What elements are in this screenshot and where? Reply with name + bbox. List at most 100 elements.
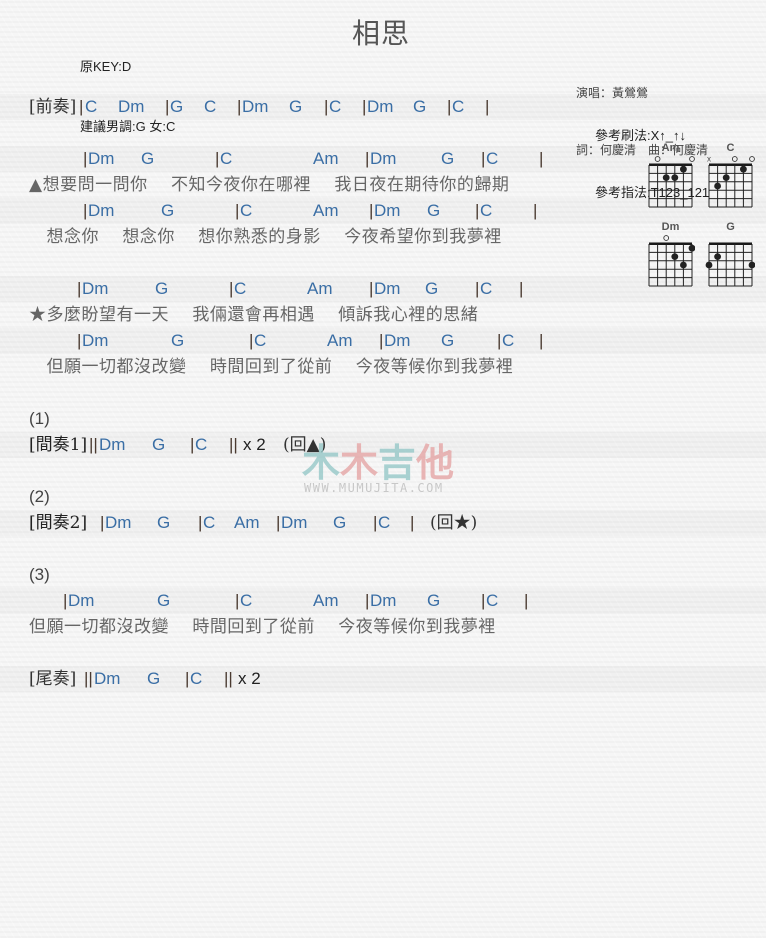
bar-line: | — [379, 331, 384, 350]
bar-line: | — [83, 201, 88, 220]
bar-line: | — [77, 331, 82, 350]
chord[interactable]: Am — [313, 147, 339, 171]
chord[interactable]: C — [378, 511, 390, 535]
open-string-marker — [749, 156, 755, 162]
chord[interactable]: C — [240, 589, 252, 613]
chord[interactable]: C — [85, 95, 97, 119]
outro-label: [尾奏] — [29, 669, 77, 689]
chord[interactable]: Dm — [118, 95, 144, 119]
chord[interactable]: C — [502, 329, 514, 353]
key-info: 原KEY:D 建議男調:G 女:C — [80, 17, 175, 157]
finger-dot — [722, 174, 730, 181]
bar-line: | — [481, 591, 486, 610]
chord-diagram-name: Dm — [662, 221, 680, 233]
chord[interactable]: G — [152, 433, 165, 457]
chord[interactable]: C — [254, 329, 266, 353]
bar-line: || — [89, 435, 98, 454]
chord[interactable]: Dm — [99, 433, 125, 457]
bar-line: | — [447, 97, 452, 116]
chord[interactable]: G — [171, 329, 184, 353]
chord[interactable]: Dm — [82, 329, 108, 353]
chord[interactable]: C — [220, 147, 232, 171]
chord[interactable]: G — [427, 199, 440, 223]
open-string-marker — [663, 235, 670, 241]
bar-line: | — [229, 279, 234, 298]
finger-dot — [714, 253, 721, 260]
bar-line: | — [365, 149, 370, 168]
chord[interactable]: C — [240, 199, 252, 223]
chord[interactable]: Dm — [374, 277, 400, 301]
chord[interactable]: Dm — [281, 511, 307, 535]
chord[interactable]: C — [486, 147, 498, 171]
chord[interactable]: C — [203, 511, 215, 535]
chord[interactable]: G — [157, 511, 170, 535]
chord[interactable]: Am — [234, 511, 260, 535]
chord[interactable]: Am — [313, 199, 339, 223]
bar-line: | — [539, 149, 544, 168]
chord[interactable]: Dm — [370, 147, 396, 171]
chord[interactable]: G — [161, 199, 174, 223]
lyric: ★多麼盼望有一天 我倆還會再相遇 傾訴我心裡的思緒 — [29, 305, 479, 325]
chord-diagram-name: C — [727, 142, 735, 154]
chord[interactable]: Dm — [384, 329, 410, 353]
open-string-marker — [654, 156, 661, 162]
bar-line: || — [229, 435, 238, 454]
chord[interactable]: G — [147, 667, 160, 691]
chord[interactable]: G — [425, 277, 438, 301]
bar-line: | — [524, 591, 529, 610]
bar-line: | — [475, 201, 480, 220]
lyric: 但願一切都沒改變 時間回到了從前 今夜等候你到我夢裡 — [29, 357, 514, 377]
section-marker: (3) — [29, 565, 50, 584]
finger-dot — [688, 244, 696, 252]
chord[interactable]: C — [190, 667, 202, 691]
chord[interactable]: Dm — [94, 667, 120, 691]
bar-line: | — [249, 331, 254, 350]
chord[interactable]: G — [170, 95, 183, 119]
chord[interactable]: G — [141, 147, 154, 171]
finger-dot — [671, 253, 679, 260]
watermark-text: 木木吉他 — [302, 441, 454, 485]
chord[interactable]: Dm — [370, 589, 396, 613]
bar-line: | — [481, 149, 486, 168]
chord-diagram-name: Am — [662, 142, 680, 154]
finger-dot — [714, 182, 721, 190]
chord[interactable]: Dm — [68, 589, 94, 613]
chord[interactable]: Dm — [82, 277, 108, 301]
finger-dot — [671, 174, 679, 181]
chord[interactable]: G — [413, 95, 426, 119]
interlude2-label: [間奏2] — [29, 513, 88, 533]
chord[interactable]: C — [204, 95, 216, 119]
chord[interactable]: Am — [313, 589, 339, 613]
chord[interactable]: Dm — [88, 199, 114, 223]
chord[interactable]: Dm — [242, 95, 268, 119]
chord[interactable]: C — [486, 589, 498, 613]
chord[interactable]: Dm — [367, 95, 393, 119]
chord[interactable]: C — [480, 277, 492, 301]
intro-label: [前奏] — [29, 97, 77, 117]
bar-line: | — [198, 513, 203, 532]
chord[interactable]: G — [333, 511, 346, 535]
chord[interactable]: Dm — [105, 511, 131, 535]
original-key: 原KEY:D — [80, 59, 132, 74]
bar-line: | — [185, 669, 190, 688]
chord[interactable]: Am — [307, 277, 333, 301]
chord[interactable]: Am — [327, 329, 353, 353]
chord[interactable]: G — [289, 95, 302, 119]
chord-diagram-am: Am — [645, 141, 695, 218]
chord[interactable]: G — [427, 589, 440, 613]
chord[interactable]: C — [452, 95, 464, 119]
watermark-logo: 木木吉他 WWW.MUMUJITA.COM — [302, 440, 464, 501]
chord[interactable]: C — [234, 277, 246, 301]
chord-diagram-g: G — [705, 220, 756, 297]
chord[interactable]: G — [441, 329, 454, 353]
chord[interactable]: C — [329, 95, 341, 119]
chord[interactable]: C — [480, 199, 492, 223]
chord[interactable]: C — [195, 433, 207, 457]
chord[interactable]: G — [157, 589, 170, 613]
chord[interactable]: Dm — [88, 147, 114, 171]
chord[interactable]: G — [441, 147, 454, 171]
chord[interactable]: Dm — [374, 199, 400, 223]
chord[interactable]: G — [155, 277, 168, 301]
bar-line: | — [215, 149, 220, 168]
section-marker: (1) — [29, 409, 50, 428]
